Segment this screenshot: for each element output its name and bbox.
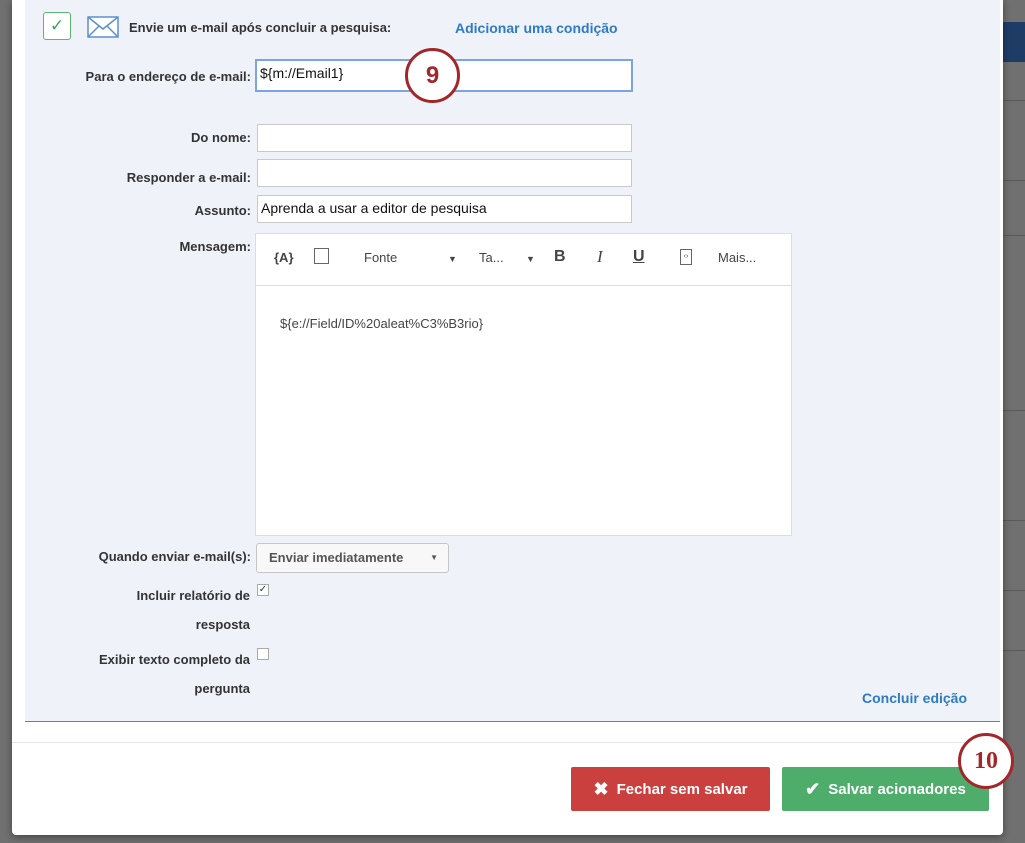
message-editor: {A} Fonte ▼ Ta... ▼ B I U ‹› Mais... ${e… xyxy=(255,233,792,536)
close-icon: ✖ xyxy=(593,778,609,799)
piped-text-button[interactable]: {A} xyxy=(274,250,294,265)
close-label: Fechar sem salvar xyxy=(616,780,748,798)
more-button[interactable]: Mais... xyxy=(718,250,756,265)
include-report-checkbox[interactable]: ✓ xyxy=(257,584,269,596)
image-icon[interactable] xyxy=(314,248,329,264)
include-report-label: Incluir relatório de resposta xyxy=(136,588,250,632)
to-label: Para o endereço de e-mail: xyxy=(85,69,251,84)
step-callout-10: 10 xyxy=(958,733,1014,789)
envelope-icon xyxy=(87,16,119,38)
close-without-saving-button[interactable]: ✖ Fechar sem salvar xyxy=(571,767,770,811)
background-button xyxy=(1003,22,1025,62)
italic-button[interactable]: I xyxy=(597,247,603,267)
full-text-checkbox[interactable] xyxy=(257,648,269,660)
save-label: Salvar acionadores xyxy=(828,780,966,798)
finish-editing-link[interactable]: Concluir edição xyxy=(862,690,967,706)
save-triggers-button[interactable]: ✔ Salvar acionadores xyxy=(782,767,989,811)
email-trigger-panel: ✓ Envie um e-mail após concluir a pesqui… xyxy=(25,0,1000,722)
bold-button[interactable]: B xyxy=(554,248,566,266)
subject-input[interactable]: Aprenda a usar a editor de pesquisa xyxy=(257,195,632,223)
underline-button[interactable]: U xyxy=(633,248,645,266)
footer-divider xyxy=(12,742,1003,743)
message-body[interactable]: ${e://Field/ID%20aleat%C3%B3rio} xyxy=(256,286,791,536)
trigger-title: Envie um e-mail após concluir a pesquisa… xyxy=(129,20,392,35)
editor-toolbar: {A} Fonte ▼ Ta... ▼ B I U ‹› Mais... xyxy=(256,234,791,286)
when-value: Enviar imediatamente xyxy=(269,550,404,565)
check-icon: ✔ xyxy=(805,778,821,799)
when-dropdown[interactable]: Enviar imediatamente ▼ xyxy=(256,543,449,573)
message-label: Mensagem: xyxy=(179,239,251,254)
full-text-label: Exibir texto completo da pergunta xyxy=(99,652,250,696)
font-dropdown-caret[interactable]: ▼ xyxy=(448,254,457,264)
from-name-label: Do nome: xyxy=(191,130,251,145)
subject-label: Assunto: xyxy=(194,203,251,218)
font-dropdown[interactable]: Fonte xyxy=(364,250,397,265)
source-code-icon[interactable]: ‹› xyxy=(680,249,692,265)
size-dropdown[interactable]: Ta... xyxy=(479,250,504,265)
from-name-input[interactable] xyxy=(257,124,632,152)
when-label: Quando enviar e-mail(s): xyxy=(98,549,251,564)
add-condition-link[interactable]: Adicionar uma condição xyxy=(455,20,618,36)
triggers-modal: ✓ Envie um e-mail após concluir a pesqui… xyxy=(12,0,1003,835)
chevron-down-icon: ▼ xyxy=(430,553,438,562)
size-dropdown-caret[interactable]: ▼ xyxy=(526,254,535,264)
enable-checkbox[interactable]: ✓ xyxy=(43,12,71,40)
reply-to-input[interactable] xyxy=(257,159,632,187)
step-callout-9: 9 xyxy=(405,48,460,103)
reply-to-label: Responder a e-mail: xyxy=(126,170,251,185)
